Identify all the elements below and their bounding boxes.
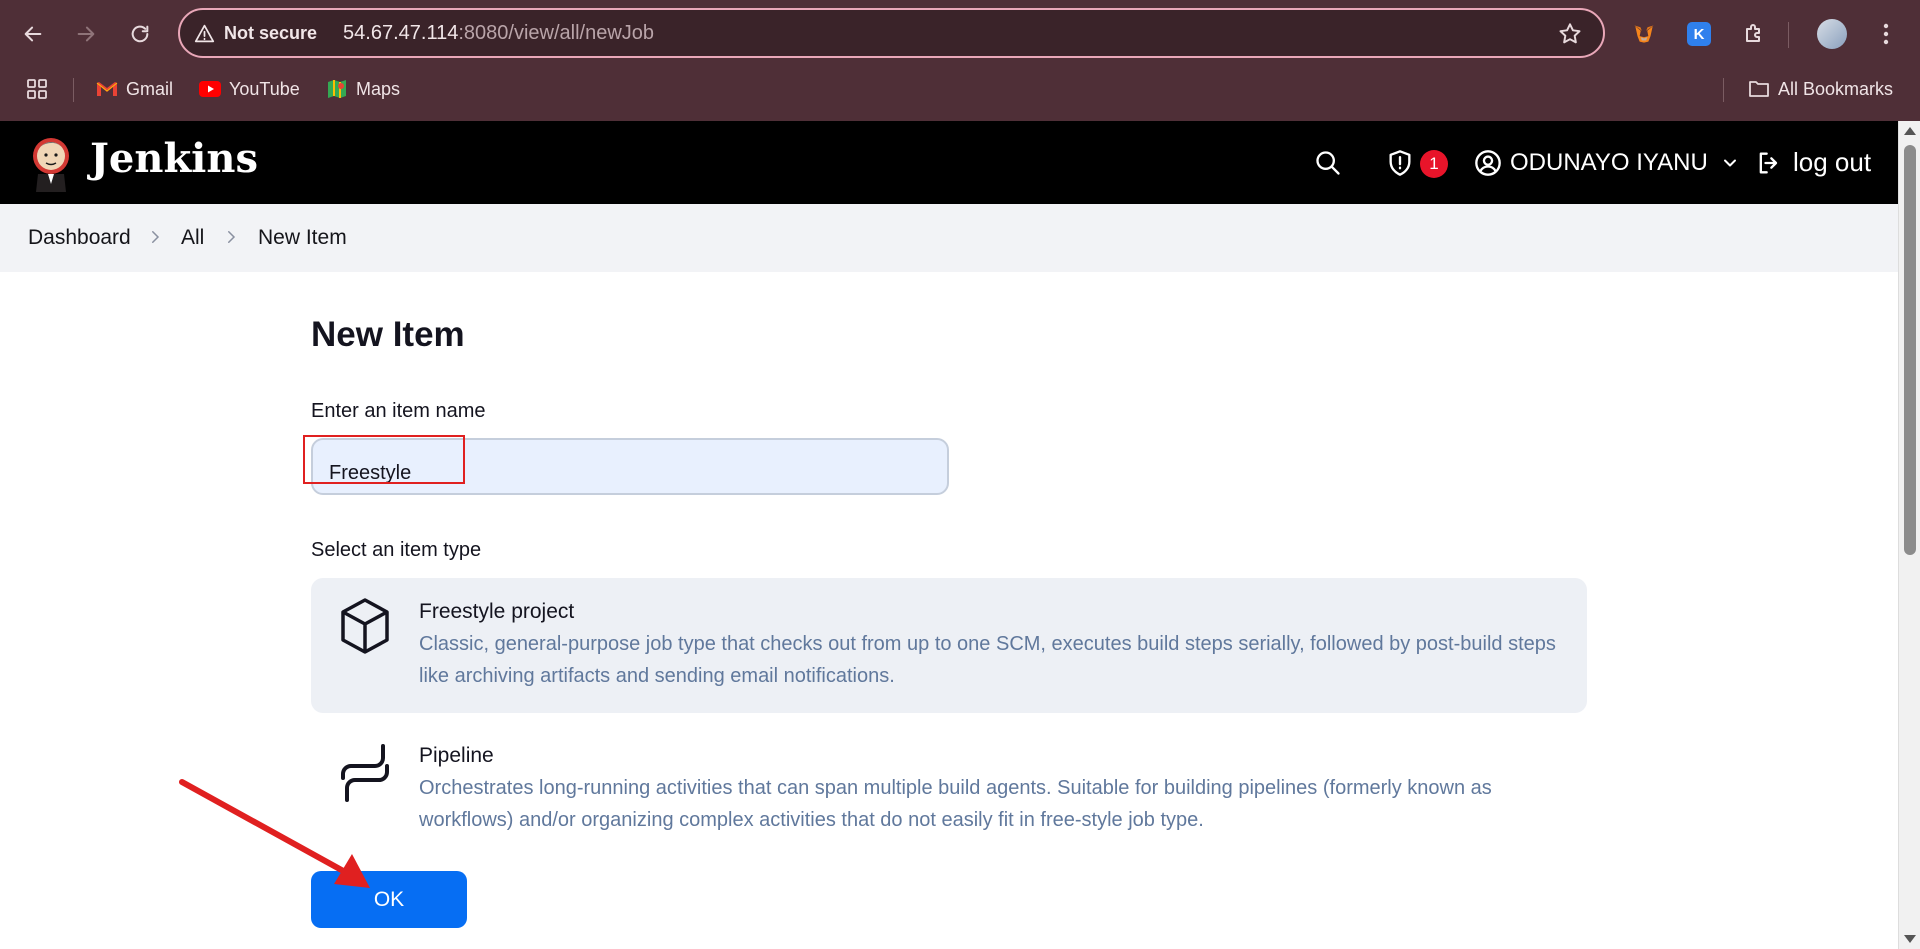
url-text[interactable]: 54.67.47.114:8080/view/all/newJob [343,22,654,45]
user-circle-icon [1475,149,1501,176]
search-button[interactable] [1314,121,1342,204]
item-type-description: Orchestrates long-running activities tha… [419,777,1492,831]
scroll-up-arrow-icon[interactable] [1904,127,1916,135]
jenkins-logo-icon[interactable] [28,134,74,192]
chevron-down-icon [1723,159,1736,166]
chevron-right-icon [152,231,160,243]
back-button[interactable] [13,14,53,54]
bookmark-youtube[interactable]: YouTube [199,73,300,105]
user-menu[interactable]: ODUNAYO IYANU [1474,121,1740,204]
youtube-icon [199,78,221,100]
all-bookmarks-label: All Bookmarks [1778,78,1894,99]
bookmark-label: Gmail [126,78,174,99]
url-host: 54.67.47.114 [343,21,459,44]
toolbar-divider [1788,22,1789,48]
security-button[interactable] [1386,121,1414,204]
annotation-arrow-icon [179,779,370,888]
item-type-freestyle[interactable]: Freestyle project Classic, general-purpo… [311,578,1587,713]
user-name: ODUNAYO IYANU [1510,148,1708,176]
security-count-badge[interactable]: 1 [1420,150,1448,178]
all-bookmarks[interactable]: All Bookmarks [1748,73,1893,105]
annotation-highlight-box [303,435,465,484]
maps-icon [326,78,348,100]
logout-button[interactable]: log out [1755,121,1871,204]
bookmark-maps[interactable]: Maps [326,73,400,105]
address-bar[interactable]: Not secure 54.67.47.114:8080/view/all/ne… [178,8,1605,58]
jenkins-title[interactable]: Jenkins [90,135,258,182]
forward-button[interactable] [66,14,106,54]
url-path: :8080/view/all/newJob [458,21,655,44]
reload-icon [131,25,149,43]
gmail-icon [96,78,118,100]
item-type-name: Pipeline [419,744,494,767]
logout-label: log out [1793,147,1872,177]
bottom-fade-overlay [300,832,1610,949]
bookmark-star-icon[interactable] [1557,21,1583,47]
package-box-icon [341,598,389,654]
item-type-name: Freestyle project [419,600,575,623]
k-extension-icon[interactable]: K [1679,14,1719,54]
extensions-puzzle-icon[interactable] [1734,14,1774,54]
logout-icon [1759,152,1778,173]
bookmark-label: YouTube [229,78,300,99]
item-type-description: Classic, general-purpose job type that c… [419,633,1556,687]
apps-grid-icon[interactable] [26,73,48,105]
browser-toolbar: Not secure 54.67.47.114:8080/view/all/ne… [0,0,1920,121]
breadcrumb-all[interactable]: All [181,226,204,250]
menu-kebab-icon[interactable] [1866,14,1906,54]
reload-button[interactable] [120,14,160,54]
page-scrollbar[interactable] [1898,121,1920,949]
folder-icon [1748,78,1770,100]
bookmarks-bar: Gmail YouTube Maps All Bookmarks [0,73,1920,113]
search-icon [1316,150,1340,175]
item-type-label: Select an item type [311,539,482,561]
bookmark-gmail[interactable]: Gmail [96,73,173,105]
chevron-right-icon [228,231,236,243]
bookmark-divider [73,78,74,102]
page-title: New Item [311,315,465,354]
scroll-thumb[interactable] [1904,145,1916,555]
item-name-label: Enter an item name [311,400,486,422]
forward-arrow-icon [77,26,95,42]
scroll-down-arrow-icon[interactable] [1904,935,1916,943]
metamask-extension-icon[interactable] [1624,14,1664,54]
profile-avatar[interactable] [1812,14,1852,54]
breadcrumb-dashboard[interactable]: Dashboard [28,226,131,250]
warning-triangle-icon [194,21,218,45]
breadcrumb: Dashboard All New Item [0,204,1898,272]
jenkins-header: Jenkins ODUNAYO IYANU log out [0,121,1898,204]
bookmark-label: Maps [356,78,401,99]
shield-alert-icon [1389,149,1411,176]
bookmark-divider [1723,78,1724,102]
back-arrow-icon [24,26,42,42]
not-secure-label[interactable]: Not secure [224,23,317,44]
breadcrumb-new-item[interactable]: New Item [258,226,347,250]
